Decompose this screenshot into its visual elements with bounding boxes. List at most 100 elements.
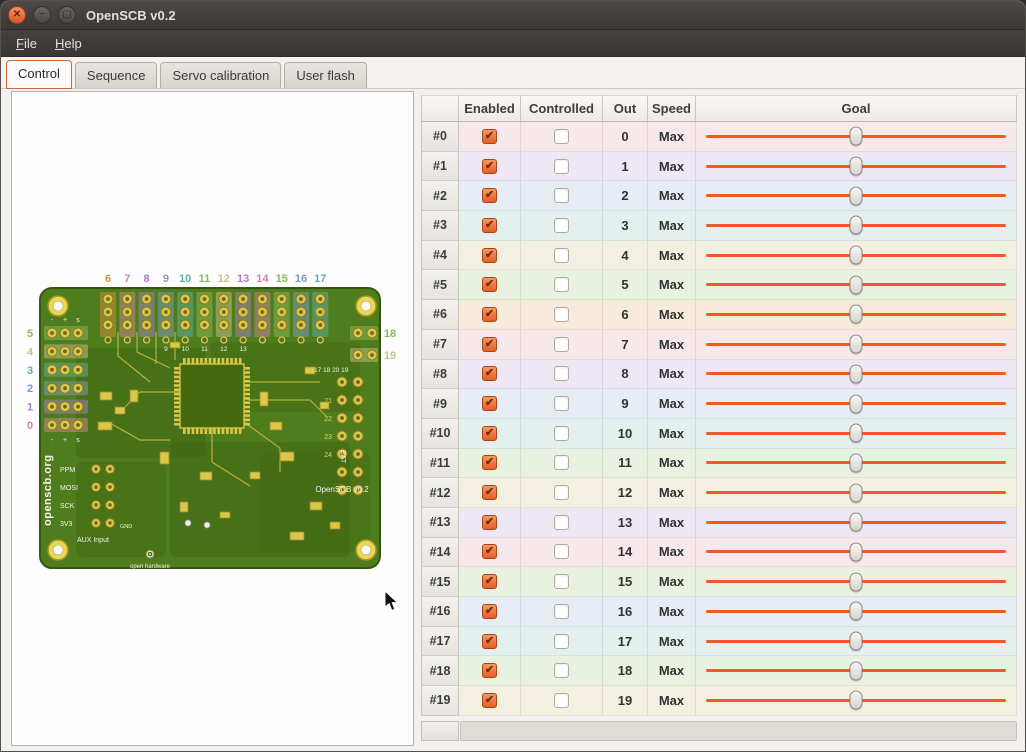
controlled-checkbox[interactable] [554, 366, 569, 381]
slider-handle[interactable] [850, 275, 863, 294]
enabled-checkbox[interactable]: ✔ [482, 693, 497, 708]
controlled-checkbox[interactable] [554, 218, 569, 233]
goal-slider[interactable] [696, 211, 1017, 241]
speed-value[interactable]: Max [648, 478, 696, 508]
enabled-checkbox[interactable]: ✔ [482, 663, 497, 678]
enabled-checkbox[interactable]: ✔ [482, 485, 497, 500]
slider-handle[interactable] [850, 157, 863, 176]
row-header[interactable]: #5 [421, 270, 459, 300]
speed-value[interactable]: Max [648, 389, 696, 419]
goal-slider[interactable] [696, 152, 1017, 182]
tab-servo-calibration[interactable]: Servo calibration [160, 62, 281, 88]
controlled-checkbox[interactable] [554, 426, 569, 441]
speed-value[interactable]: Max [648, 538, 696, 568]
row-header[interactable]: #6 [421, 300, 459, 330]
enabled-checkbox[interactable]: ✔ [482, 574, 497, 589]
enabled-checkbox[interactable]: ✔ [482, 248, 497, 263]
hscrollbar-corner[interactable] [421, 721, 459, 741]
slider-handle[interactable] [850, 513, 863, 532]
speed-value[interactable]: Max [648, 152, 696, 182]
goal-slider[interactable] [696, 449, 1017, 479]
controlled-checkbox[interactable] [554, 248, 569, 263]
goal-slider[interactable] [696, 656, 1017, 686]
enabled-checkbox[interactable]: ✔ [482, 307, 497, 322]
speed-value[interactable]: Max [648, 181, 696, 211]
controlled-checkbox[interactable] [554, 455, 569, 470]
menu-item-file[interactable]: File [7, 33, 46, 54]
hscrollbar-trough[interactable] [460, 721, 1017, 741]
column-header-out[interactable]: Out [603, 95, 648, 122]
controlled-checkbox[interactable] [554, 396, 569, 411]
controlled-checkbox[interactable] [554, 634, 569, 649]
row-header[interactable]: #13 [421, 508, 459, 538]
row-header[interactable]: #9 [421, 389, 459, 419]
controlled-checkbox[interactable] [554, 307, 569, 322]
controlled-checkbox[interactable] [554, 129, 569, 144]
row-header[interactable]: #14 [421, 538, 459, 568]
slider-handle[interactable] [850, 216, 863, 235]
controlled-checkbox[interactable] [554, 663, 569, 678]
goal-slider[interactable] [696, 360, 1017, 390]
controlled-checkbox[interactable] [554, 337, 569, 352]
row-header[interactable]: #12 [421, 478, 459, 508]
enabled-checkbox[interactable]: ✔ [482, 366, 497, 381]
row-header[interactable]: #2 [421, 181, 459, 211]
goal-slider[interactable] [696, 241, 1017, 271]
speed-value[interactable]: Max [648, 627, 696, 657]
goal-slider[interactable] [696, 181, 1017, 211]
row-header[interactable]: #1 [421, 152, 459, 182]
column-header-speed[interactable]: Speed [648, 95, 696, 122]
goal-slider[interactable] [696, 686, 1017, 716]
row-header[interactable]: #18 [421, 656, 459, 686]
controlled-checkbox[interactable] [554, 188, 569, 203]
controlled-checkbox[interactable] [554, 574, 569, 589]
row-header[interactable]: #19 [421, 686, 459, 716]
goal-slider[interactable] [696, 508, 1017, 538]
speed-value[interactable]: Max [648, 122, 696, 152]
goal-slider[interactable] [696, 567, 1017, 597]
speed-value[interactable]: Max [648, 300, 696, 330]
controlled-checkbox[interactable] [554, 277, 569, 292]
tab-control[interactable]: Control [6, 60, 72, 89]
slider-handle[interactable] [850, 691, 863, 710]
slider-handle[interactable] [850, 572, 863, 591]
enabled-checkbox[interactable]: ✔ [482, 337, 497, 352]
enabled-checkbox[interactable]: ✔ [482, 634, 497, 649]
enabled-checkbox[interactable]: ✔ [482, 277, 497, 292]
speed-value[interactable]: Max [648, 270, 696, 300]
slider-handle[interactable] [850, 335, 863, 354]
goal-slider[interactable] [696, 389, 1017, 419]
speed-value[interactable]: Max [648, 211, 696, 241]
speed-value[interactable]: Max [648, 449, 696, 479]
slider-handle[interactable] [850, 246, 863, 265]
speed-value[interactable]: Max [648, 330, 696, 360]
enabled-checkbox[interactable]: ✔ [482, 129, 497, 144]
enabled-checkbox[interactable]: ✔ [482, 426, 497, 441]
enabled-checkbox[interactable]: ✔ [482, 218, 497, 233]
slider-handle[interactable] [850, 127, 863, 146]
speed-value[interactable]: Max [648, 686, 696, 716]
column-header-goal[interactable]: Goal [696, 95, 1017, 122]
slider-handle[interactable] [850, 394, 863, 413]
goal-slider[interactable] [696, 122, 1017, 152]
row-header[interactable]: #8 [421, 360, 459, 390]
goal-slider[interactable] [696, 330, 1017, 360]
goal-slider[interactable] [696, 419, 1017, 449]
row-header[interactable]: #3 [421, 211, 459, 241]
slider-handle[interactable] [850, 602, 863, 621]
goal-slider[interactable] [696, 627, 1017, 657]
controlled-checkbox[interactable] [554, 544, 569, 559]
enabled-checkbox[interactable]: ✔ [482, 159, 497, 174]
row-header[interactable]: #0 [421, 122, 459, 152]
row-header[interactable]: #10 [421, 419, 459, 449]
enabled-checkbox[interactable]: ✔ [482, 515, 497, 530]
enabled-checkbox[interactable]: ✔ [482, 455, 497, 470]
goal-slider[interactable] [696, 597, 1017, 627]
slider-handle[interactable] [850, 453, 863, 472]
speed-value[interactable]: Max [648, 567, 696, 597]
row-header[interactable]: #4 [421, 241, 459, 271]
speed-value[interactable]: Max [648, 597, 696, 627]
controlled-checkbox[interactable] [554, 159, 569, 174]
controlled-checkbox[interactable] [554, 693, 569, 708]
close-button[interactable]: ✕ [8, 6, 26, 24]
